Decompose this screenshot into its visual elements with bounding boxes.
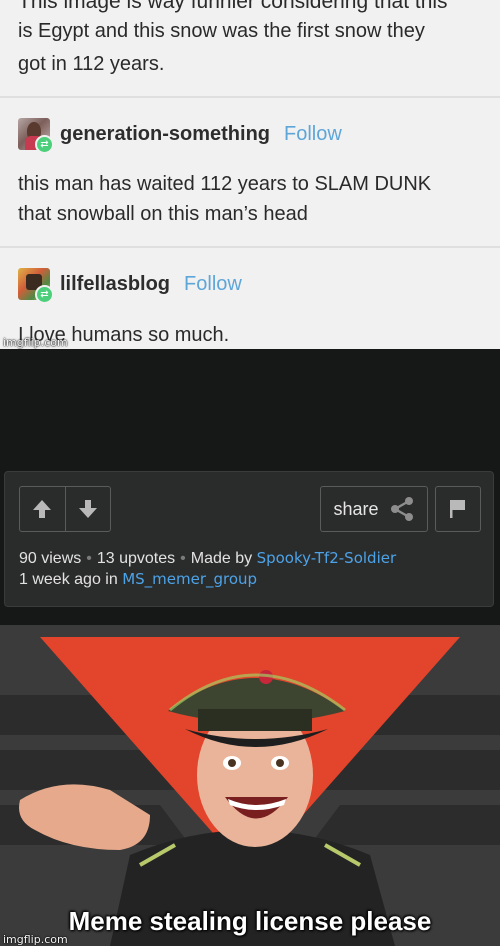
reblog-user-generation-something: ⇄ generation-something Follow (18, 116, 342, 154)
meme-illustration (0, 625, 500, 946)
upvote-button[interactable] (20, 487, 65, 531)
follow-button[interactable]: Follow (184, 273, 242, 296)
separator-dot: • (180, 550, 186, 567)
meme-info-card: share 90 views • 13 upvotes • Made by Spooky… (4, 471, 494, 607)
arrow-up-icon (33, 500, 52, 518)
reblog-text-line-1: this man has waited 112 years to SLAM DU… (18, 173, 432, 195)
reblog-icon: ⇄ (35, 135, 54, 154)
arrow-down-icon (78, 500, 97, 518)
downvote-button[interactable] (64, 487, 111, 531)
username[interactable]: generation-something (60, 123, 270, 146)
posted-time: 1 week ago in (19, 571, 118, 588)
made-by-label: Made by (190, 550, 253, 567)
separator-dot: • (86, 550, 92, 567)
imgflip-watermark: imgflip.com (3, 933, 68, 946)
meme-meta-line-1: 90 views • 13 upvotes • Made by Spooky-Tf2-S… (19, 548, 396, 569)
vote-buttons (19, 486, 111, 532)
flag-icon (450, 500, 465, 518)
meme-meta-line-2: 1 week ago in MS_memer_group (19, 569, 396, 590)
upvotes-count: 13 upvotes (96, 550, 176, 567)
meme-caption: Meme stealing license please (68, 906, 432, 936)
post-text-line-1: is Egypt and this snow was the first sno… (18, 20, 425, 42)
reblog-icon: ⇄ (35, 285, 54, 304)
reblog-text-line-2: that snowball on this man’s head (18, 203, 308, 225)
share-button[interactable]: share (320, 486, 428, 532)
post-text-line-2: got in 112 years. (18, 53, 165, 75)
follow-button[interactable]: Follow (284, 123, 342, 146)
stream-link[interactable]: MS_memer_group (122, 570, 257, 588)
views-count: 90 views (19, 550, 82, 567)
meme-meta: 90 views • 13 upvotes • Made by Spooky-Tf2-S… (19, 548, 396, 590)
avatar: ⇄ (18, 268, 54, 304)
meme-image: Meme stealing license please imgflip.com (0, 625, 500, 946)
flag-button[interactable] (435, 486, 481, 532)
imgflip-watermark: imgflip.com (3, 336, 68, 349)
share-label: share (333, 498, 379, 519)
imgflip-dark-panel: share 90 views • 13 upvotes • Made by Spooky… (0, 349, 500, 625)
author-link[interactable]: Spooky-Tf2-Soldier (257, 549, 397, 567)
avatar: ⇄ (18, 118, 54, 154)
share-icon (390, 497, 413, 521)
post-divider (0, 96, 500, 98)
tumblr-post-screenshot: This image is way funnier considering th… (0, 0, 500, 349)
reblog-divider (0, 246, 500, 248)
username[interactable]: lilfellasblog (60, 273, 170, 296)
post-text-cut-line: This image is way funnier considering th… (18, 0, 448, 13)
reblog-user-lilfellasblog: ⇄ lilfellasblog Follow (18, 266, 242, 304)
